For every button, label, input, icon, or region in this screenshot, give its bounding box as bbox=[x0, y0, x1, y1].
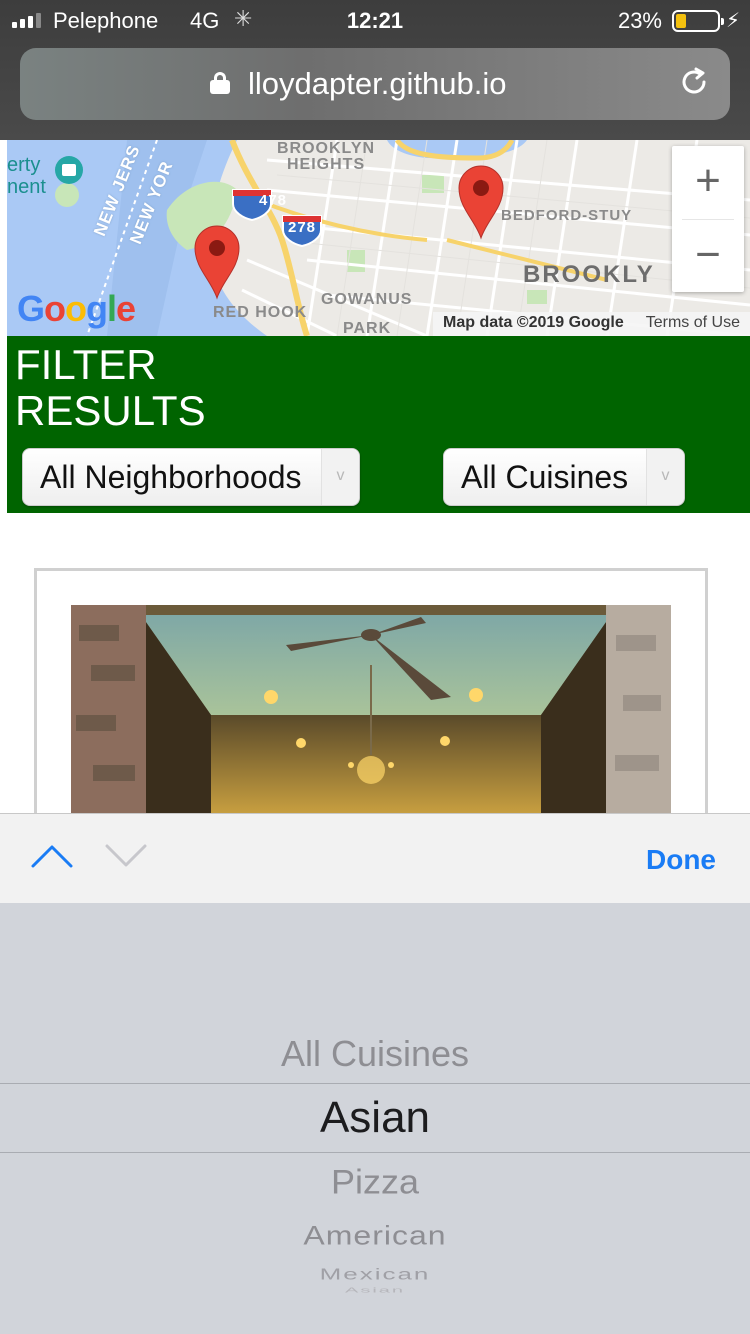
zoom-control: + − bbox=[672, 146, 744, 292]
chevron-down-icon[interactable] bbox=[104, 840, 148, 870]
filter-panel: FILTER RESULTS All Neighborhoods v All C… bbox=[7, 336, 750, 513]
status-bar: Pelephone 4G ✳ 12:21 23% ⚡ bbox=[0, 0, 750, 42]
charging-bolt-icon: ⚡ bbox=[725, 10, 740, 32]
filter-title-line2: RESULTS bbox=[15, 387, 206, 434]
map-marker-red-hook[interactable] bbox=[193, 224, 241, 300]
map-attribution: Map data ©2019 Google Terms of Use bbox=[433, 312, 750, 336]
picker-toolbar: Done bbox=[0, 813, 750, 903]
interstate-478-shield: 478 bbox=[259, 192, 288, 209]
done-button[interactable]: Done bbox=[646, 844, 716, 876]
reload-icon[interactable] bbox=[676, 64, 712, 100]
map-label-park: PARK bbox=[343, 320, 392, 336]
map-label-brooklyn: BROOKLY bbox=[523, 261, 655, 288]
map-label-monument: nent bbox=[7, 176, 46, 198]
map-label-gowanus: GOWANUS bbox=[321, 291, 413, 308]
map-label-bedford-stuy: BEDFORD-STUY bbox=[501, 207, 633, 224]
zoom-in-button[interactable]: + bbox=[672, 146, 744, 218]
zoom-out-button[interactable]: − bbox=[672, 220, 744, 292]
url-text[interactable]: lloydapter.github.io bbox=[248, 66, 507, 102]
chevron-up-icon[interactable] bbox=[30, 840, 74, 870]
map[interactable]: 478 278 BROOKLYN HEIGHTS BEDFORD-STUY BR… bbox=[7, 140, 750, 336]
map-label-liberty: erty bbox=[7, 154, 41, 176]
picker-option-selected[interactable]: Asian bbox=[0, 1093, 750, 1143]
filter-title: FILTER RESULTS bbox=[15, 342, 206, 434]
neighborhoods-select-value: All Neighborhoods bbox=[40, 459, 302, 495]
map-label-heights: HEIGHTS bbox=[287, 156, 366, 173]
battery-percent: 23% bbox=[617, 8, 662, 33]
map-data-credit: Map data ©2019 Google bbox=[443, 314, 624, 331]
cuisines-select[interactable]: All Cuisines v bbox=[443, 448, 685, 506]
picker-option[interactable]: American bbox=[0, 1220, 750, 1251]
map-marker-bedford-stuy[interactable] bbox=[457, 164, 505, 240]
picker-option[interactable]: Mexican bbox=[0, 1265, 750, 1284]
terms-of-use-link[interactable]: Terms of Use bbox=[646, 314, 740, 331]
picker-option[interactable]: Asian bbox=[0, 1286, 750, 1294]
interstate-278-shield: 278 bbox=[288, 219, 317, 236]
browser-chrome: Pelephone 4G ✳ 12:21 23% ⚡ lloydapter.gi… bbox=[0, 0, 750, 140]
restaurant-image bbox=[71, 605, 671, 815]
filter-title-line1: FILTER bbox=[15, 341, 157, 388]
address-bar[interactable]: lloydapter.github.io bbox=[20, 48, 730, 120]
battery-icon bbox=[672, 10, 724, 32]
cuisines-select-value: All Cuisines bbox=[461, 459, 629, 495]
neighborhoods-select[interactable]: All Neighborhoods v bbox=[22, 448, 360, 506]
cuisine-picker-wheel[interactable]: All Cuisines Asian Pizza American Mexica… bbox=[0, 903, 750, 1334]
map-label-red-hook: RED HOOK bbox=[213, 304, 308, 321]
chevron-down-icon: v bbox=[321, 449, 359, 505]
picker-option[interactable]: All Cuisines bbox=[0, 1033, 750, 1075]
google-logo: Google bbox=[17, 288, 136, 329]
chevron-down-icon: v bbox=[646, 449, 684, 505]
picker-option[interactable]: Pizza bbox=[0, 1162, 750, 1202]
lock-icon bbox=[210, 72, 230, 94]
